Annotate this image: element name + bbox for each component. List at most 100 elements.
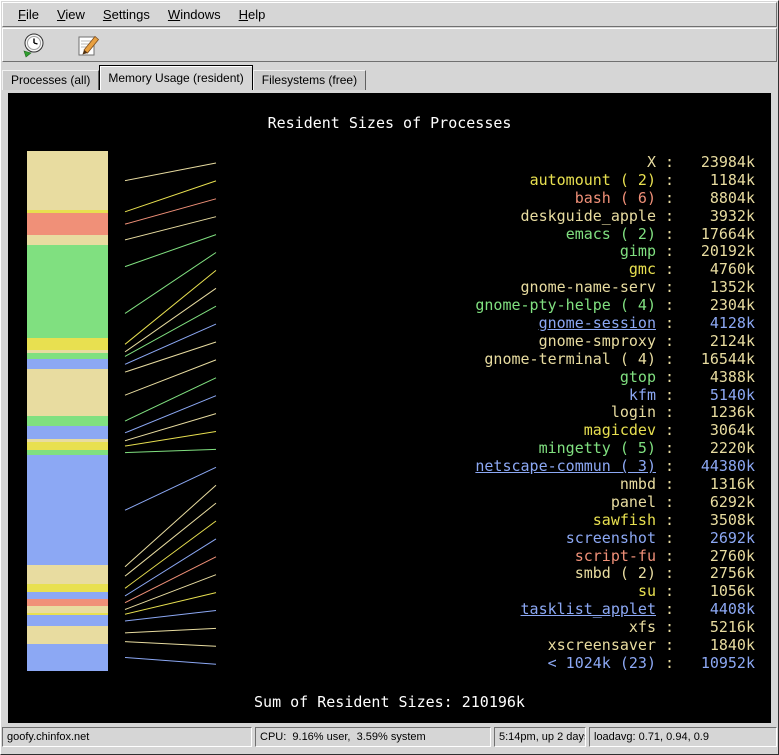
separator: :	[656, 154, 683, 172]
process-row-su[interactable]: su:1056k	[338, 583, 755, 601]
separator: :	[656, 351, 683, 369]
bar-segment-gnome-session[interactable]	[27, 359, 108, 369]
separator: :	[656, 261, 683, 279]
resident-size-value: 1184k	[683, 172, 755, 190]
process-row-login[interactable]: login:1236k	[338, 404, 755, 422]
resident-size-value: 10952k	[683, 655, 755, 673]
process-row-kfm[interactable]: kfm:5140k	[338, 387, 755, 405]
process-row-screenshot[interactable]: screenshot:2692k	[338, 530, 755, 548]
bar-segment-kfm[interactable]	[27, 426, 108, 439]
process-row-nmbd[interactable]: nmbd:1316k	[338, 476, 755, 494]
separator: :	[656, 243, 683, 261]
process-name: gnome-pty-helpe ( 4)	[338, 297, 656, 315]
process-list: X:23984kautomount ( 2):1184kbash ( 6):88…	[338, 154, 755, 673]
bar-segment-screenshot[interactable]	[27, 592, 108, 599]
separator: :	[656, 279, 683, 297]
process-name: sawfish	[338, 512, 656, 530]
connector-line-gnome-name-serv	[125, 288, 216, 352]
bar-segment-tasklist-applet[interactable]	[27, 615, 108, 626]
bar-segment-smbd-2[interactable]	[27, 606, 108, 613]
resident-size-value: 44380k	[683, 458, 755, 476]
process-row-gnome-pty-helpe-4[interactable]: gnome-pty-helpe ( 4):2304k	[338, 297, 755, 315]
process-row-sawfish[interactable]: sawfish:3508k	[338, 512, 755, 530]
process-name: panel	[338, 494, 656, 512]
tab-memory-usage-resident[interactable]: Memory Usage (resident)	[99, 65, 252, 90]
process-row-smbd-2[interactable]: smbd ( 2):2756k	[338, 565, 755, 583]
cpu-usage-panel: CPU: 9.16% user, 3.59% system	[255, 727, 491, 747]
bar-segment-1024k-23[interactable]	[27, 644, 108, 671]
process-row-script-fu[interactable]: script-fu:2760k	[338, 548, 755, 566]
resident-size-value: 2220k	[683, 440, 755, 458]
resident-size-value: 20192k	[683, 243, 755, 261]
bar-segment-bash-6[interactable]	[27, 213, 108, 235]
process-row-xscreensaver[interactable]: xscreensaver:1840k	[338, 637, 755, 655]
process-row-netscape-commun-3[interactable]: netscape-commun ( 3):44380k	[338, 458, 755, 476]
process-row-gnome-name-serv[interactable]: gnome-name-serv:1352k	[338, 279, 755, 297]
separator: :	[656, 655, 683, 673]
process-row-deskguide-apple[interactable]: deskguide_apple:3932k	[338, 208, 755, 226]
process-row-gtop[interactable]: gtop:4388k	[338, 369, 755, 387]
separator: :	[656, 226, 683, 244]
bar-segment-gnome-terminal-4[interactable]	[27, 375, 108, 416]
bar-segment-gtop[interactable]	[27, 416, 108, 427]
process-row-gnome-smproxy[interactable]: gnome-smproxy:2124k	[338, 333, 755, 351]
process-row-gimp[interactable]: gimp:20192k	[338, 243, 755, 261]
connector-line-tasklist-applet	[125, 611, 216, 621]
process-row-gnome-terminal-4[interactable]: gnome-terminal ( 4):16544k	[338, 351, 755, 369]
bar-segment-panel[interactable]	[27, 568, 108, 584]
separator: :	[656, 404, 683, 422]
connector-line-mingetty-5	[125, 449, 216, 452]
menu-help[interactable]: Help	[230, 4, 275, 25]
bar-segment-emacs-2[interactable]	[27, 245, 108, 289]
resident-size-value: 2124k	[683, 333, 755, 351]
bar-segment-xfs[interactable]	[27, 626, 108, 639]
separator: :	[656, 190, 683, 208]
process-row-1024k-23[interactable]: < 1024k (23):10952k	[338, 655, 755, 673]
separator: :	[656, 565, 683, 583]
process-name: mingetty ( 5)	[338, 440, 656, 458]
tab-filesystems-free[interactable]: Filesystems (free)	[253, 70, 366, 90]
process-row-emacs-2[interactable]: emacs ( 2):17664k	[338, 226, 755, 244]
process-name: nmbd	[338, 476, 656, 494]
process-row-mingetty-5[interactable]: mingetty ( 5):2220k	[338, 440, 755, 458]
bar-segment-sawfish[interactable]	[27, 584, 108, 593]
bar-segment-script-fu[interactable]	[27, 599, 108, 606]
process-row-panel[interactable]: panel:6292k	[338, 494, 755, 512]
separator: :	[656, 637, 683, 655]
resident-size-value: 1840k	[683, 637, 755, 655]
connector-line-gnome-terminal-4	[125, 360, 216, 395]
chart-title: Resident Sizes of Processes	[8, 114, 771, 132]
process-name: su	[338, 583, 656, 601]
process-row-magicdev[interactable]: magicdev:3064k	[338, 422, 755, 440]
resident-size-value: 4128k	[683, 315, 755, 333]
connector-line-automount-2	[125, 181, 216, 212]
process-name: xscreensaver	[338, 637, 656, 655]
bar-segment-gmc[interactable]	[27, 338, 108, 350]
menu-view[interactable]: View	[48, 4, 94, 25]
resident-size-value: 3508k	[683, 512, 755, 530]
toolbar-button-clock[interactable]	[15, 31, 53, 59]
process-row-gmc[interactable]: gmc:4760k	[338, 261, 755, 279]
process-row-gnome-session[interactable]: gnome-session:4128k	[338, 315, 755, 333]
menu-settings[interactable]: Settings	[94, 4, 159, 25]
process-row-tasklist-applet[interactable]: tasklist_applet:4408k	[338, 601, 755, 619]
time-uptime-panel: 5:14pm, up 2 days	[494, 727, 586, 747]
bar-segment-magicdev[interactable]	[27, 442, 108, 450]
toolbar-button-edit[interactable]	[69, 31, 107, 59]
bar-segment-x[interactable]	[27, 151, 108, 210]
pencil-icon	[75, 32, 101, 58]
process-row-automount-2[interactable]: automount ( 2):1184k	[338, 172, 755, 190]
menu-windows[interactable]: Windows	[159, 4, 230, 25]
bar-segment-netscape-commun-3[interactable]	[27, 455, 108, 565]
bar-segment-gimp[interactable]	[27, 288, 108, 338]
process-name: emacs ( 2)	[338, 226, 656, 244]
resident-size-value: 5140k	[683, 387, 755, 405]
process-row-bash-6[interactable]: bash ( 6):8804k	[338, 190, 755, 208]
process-row-xfs[interactable]: xfs:5216k	[338, 619, 755, 637]
process-name: netscape-commun ( 3)	[338, 458, 656, 476]
tab-processes-all[interactable]: Processes (all)	[2, 70, 99, 90]
process-row-x[interactable]: X:23984k	[338, 154, 755, 172]
menu-file[interactable]: File	[9, 4, 48, 25]
bar-segment-deskguide-apple[interactable]	[27, 235, 108, 245]
resident-size-value: 16544k	[683, 351, 755, 369]
